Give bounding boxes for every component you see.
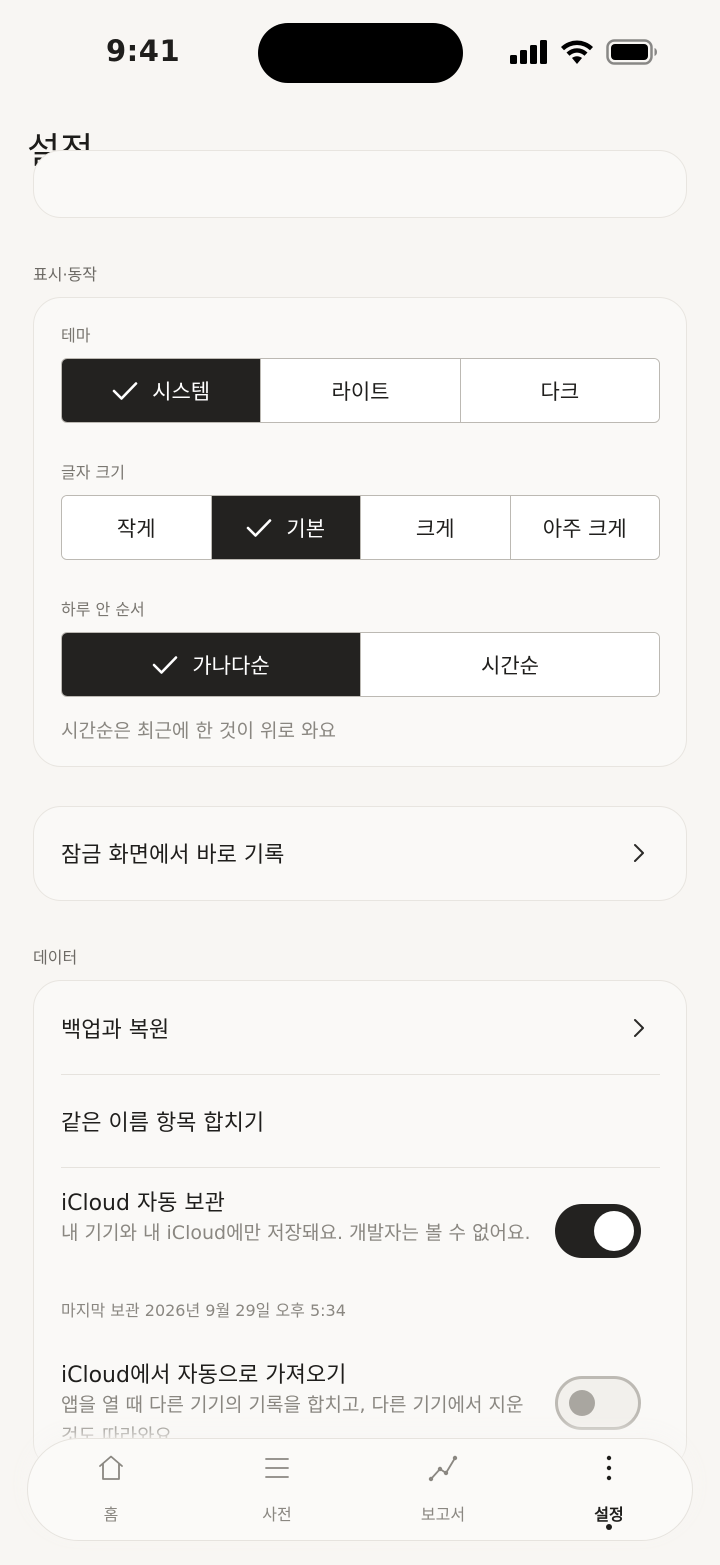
day-order-option-label: 시간순: [481, 653, 539, 678]
theme-label: 테마: [61, 326, 91, 345]
day-order-label: 하루 안 순서: [61, 600, 145, 619]
font-size-option-label: 기본: [286, 516, 326, 541]
tab-label: 사전: [262, 1505, 292, 1524]
merge-row[interactable]: 같은 이름 항목 합치기: [61, 1075, 660, 1167]
font-size-option-label: 크게: [415, 516, 455, 541]
tab-label: 보고서: [420, 1505, 466, 1524]
tab-label: 홈: [103, 1505, 119, 1524]
theme-segmented-control: 시스템 라이트 다크: [61, 358, 660, 423]
chevron-right-icon: [634, 844, 644, 862]
lock-screen-row[interactable]: 잠금 화면에서 바로 기록: [61, 807, 660, 899]
toggle-knob: [594, 1211, 634, 1251]
tab-report[interactable]: 보고서: [360, 1439, 526, 1540]
backup-row[interactable]: 백업과 복원: [61, 981, 660, 1074]
theme-option-label: 시스템: [152, 379, 211, 404]
theme-option-system[interactable]: 시스템: [62, 359, 261, 422]
checkmark-icon: [112, 381, 138, 400]
tab-settings[interactable]: 설정: [526, 1439, 692, 1540]
lock-screen-card[interactable]: 잠금 화면에서 바로 기록: [33, 806, 687, 901]
day-order-option-alphabetical[interactable]: 가나다순: [62, 633, 360, 696]
toggle-knob: [569, 1390, 595, 1416]
font-size-option-small[interactable]: 작게: [62, 496, 211, 559]
theme-option-dark[interactable]: 다크: [459, 359, 659, 422]
section-label-data: 데이터: [33, 948, 78, 967]
section-label-display: 표시·동작: [33, 265, 97, 284]
dynamic-island: [258, 23, 463, 83]
theme-option-light[interactable]: 라이트: [260, 359, 460, 422]
checkmark-icon: [153, 655, 178, 674]
data-card: 백업과 복원 같은 이름 항목 합치기 iCloud 자동 보관 내 기기와 내…: [33, 980, 687, 1470]
screen: 9:41 설정 표시·동작 테마 시스템: [0, 0, 720, 1565]
chevron-right-icon: [634, 1018, 644, 1037]
home-icon: [99, 1455, 123, 1480]
status-time: 9:41: [106, 34, 181, 68]
tab-home[interactable]: 홈: [28, 1439, 194, 1540]
icloud-auto-title: iCloud 자동 보관: [61, 1191, 225, 1216]
tab-dictionary[interactable]: 사전: [194, 1439, 360, 1540]
theme-option-label: 라이트: [331, 379, 390, 404]
tab-bar: 홈 사전 보고서 설정: [27, 1438, 693, 1541]
theme-option-label: 다크: [540, 379, 580, 404]
merge-label: 같은 이름 항목 합치기: [61, 1111, 265, 1136]
font-size-option-label: 아주 크게: [542, 516, 627, 541]
list-icon: [265, 1458, 289, 1478]
icloud-import-toggle[interactable]: [555, 1376, 641, 1430]
font-size-option-default[interactable]: 기본: [210, 496, 360, 559]
icloud-auto-subtitle: 내 기기와 내 iCloud에만 저장돼요. 개발자는 볼 수 없어요.: [61, 1222, 531, 1244]
backup-label: 백업과 복원: [61, 1017, 170, 1043]
cellular-signal-icon: [510, 40, 547, 64]
day-order-hint: 시간순은 최근에 한 것이 위로 와요: [61, 720, 336, 742]
active-indicator: [606, 1524, 612, 1530]
icloud-auto-toggle[interactable]: [555, 1204, 641, 1258]
font-size-option-xlarge[interactable]: 아주 크게: [509, 496, 659, 559]
previous-card: [33, 150, 687, 218]
lock-screen-label: 잠금 화면에서 바로 기록: [61, 843, 285, 868]
font-size-option-label: 작게: [116, 516, 156, 541]
font-size-option-large[interactable]: 크게: [360, 496, 510, 559]
icloud-import-title: iCloud에서 자동으로 가져오기: [61, 1363, 347, 1388]
display-card: 테마 시스템 라이트 다크 글자 크기 작게 기본 크게 아주 크게 하루 안 …: [33, 297, 687, 767]
checkmark-icon: [247, 518, 272, 537]
divider: [61, 1167, 660, 1168]
status-icons: [510, 36, 658, 68]
icloud-auto-last-backup: 마지막 보관 2026년 9월 29일 오후 5:34: [61, 1301, 346, 1320]
wifi-icon: [561, 40, 593, 64]
chart-icon: [428, 1455, 458, 1482]
tab-label: 설정: [594, 1505, 624, 1524]
battery-icon: [606, 39, 657, 65]
day-order-option-time[interactable]: 시간순: [360, 633, 659, 696]
font-size-segmented-control: 작게 기본 크게 아주 크게: [61, 495, 660, 560]
font-size-label: 글자 크기: [61, 463, 125, 482]
day-order-segmented-control: 가나다순 시간순: [61, 632, 660, 697]
day-order-option-label: 가나다순: [192, 653, 270, 678]
more-icon: [606, 1455, 612, 1481]
